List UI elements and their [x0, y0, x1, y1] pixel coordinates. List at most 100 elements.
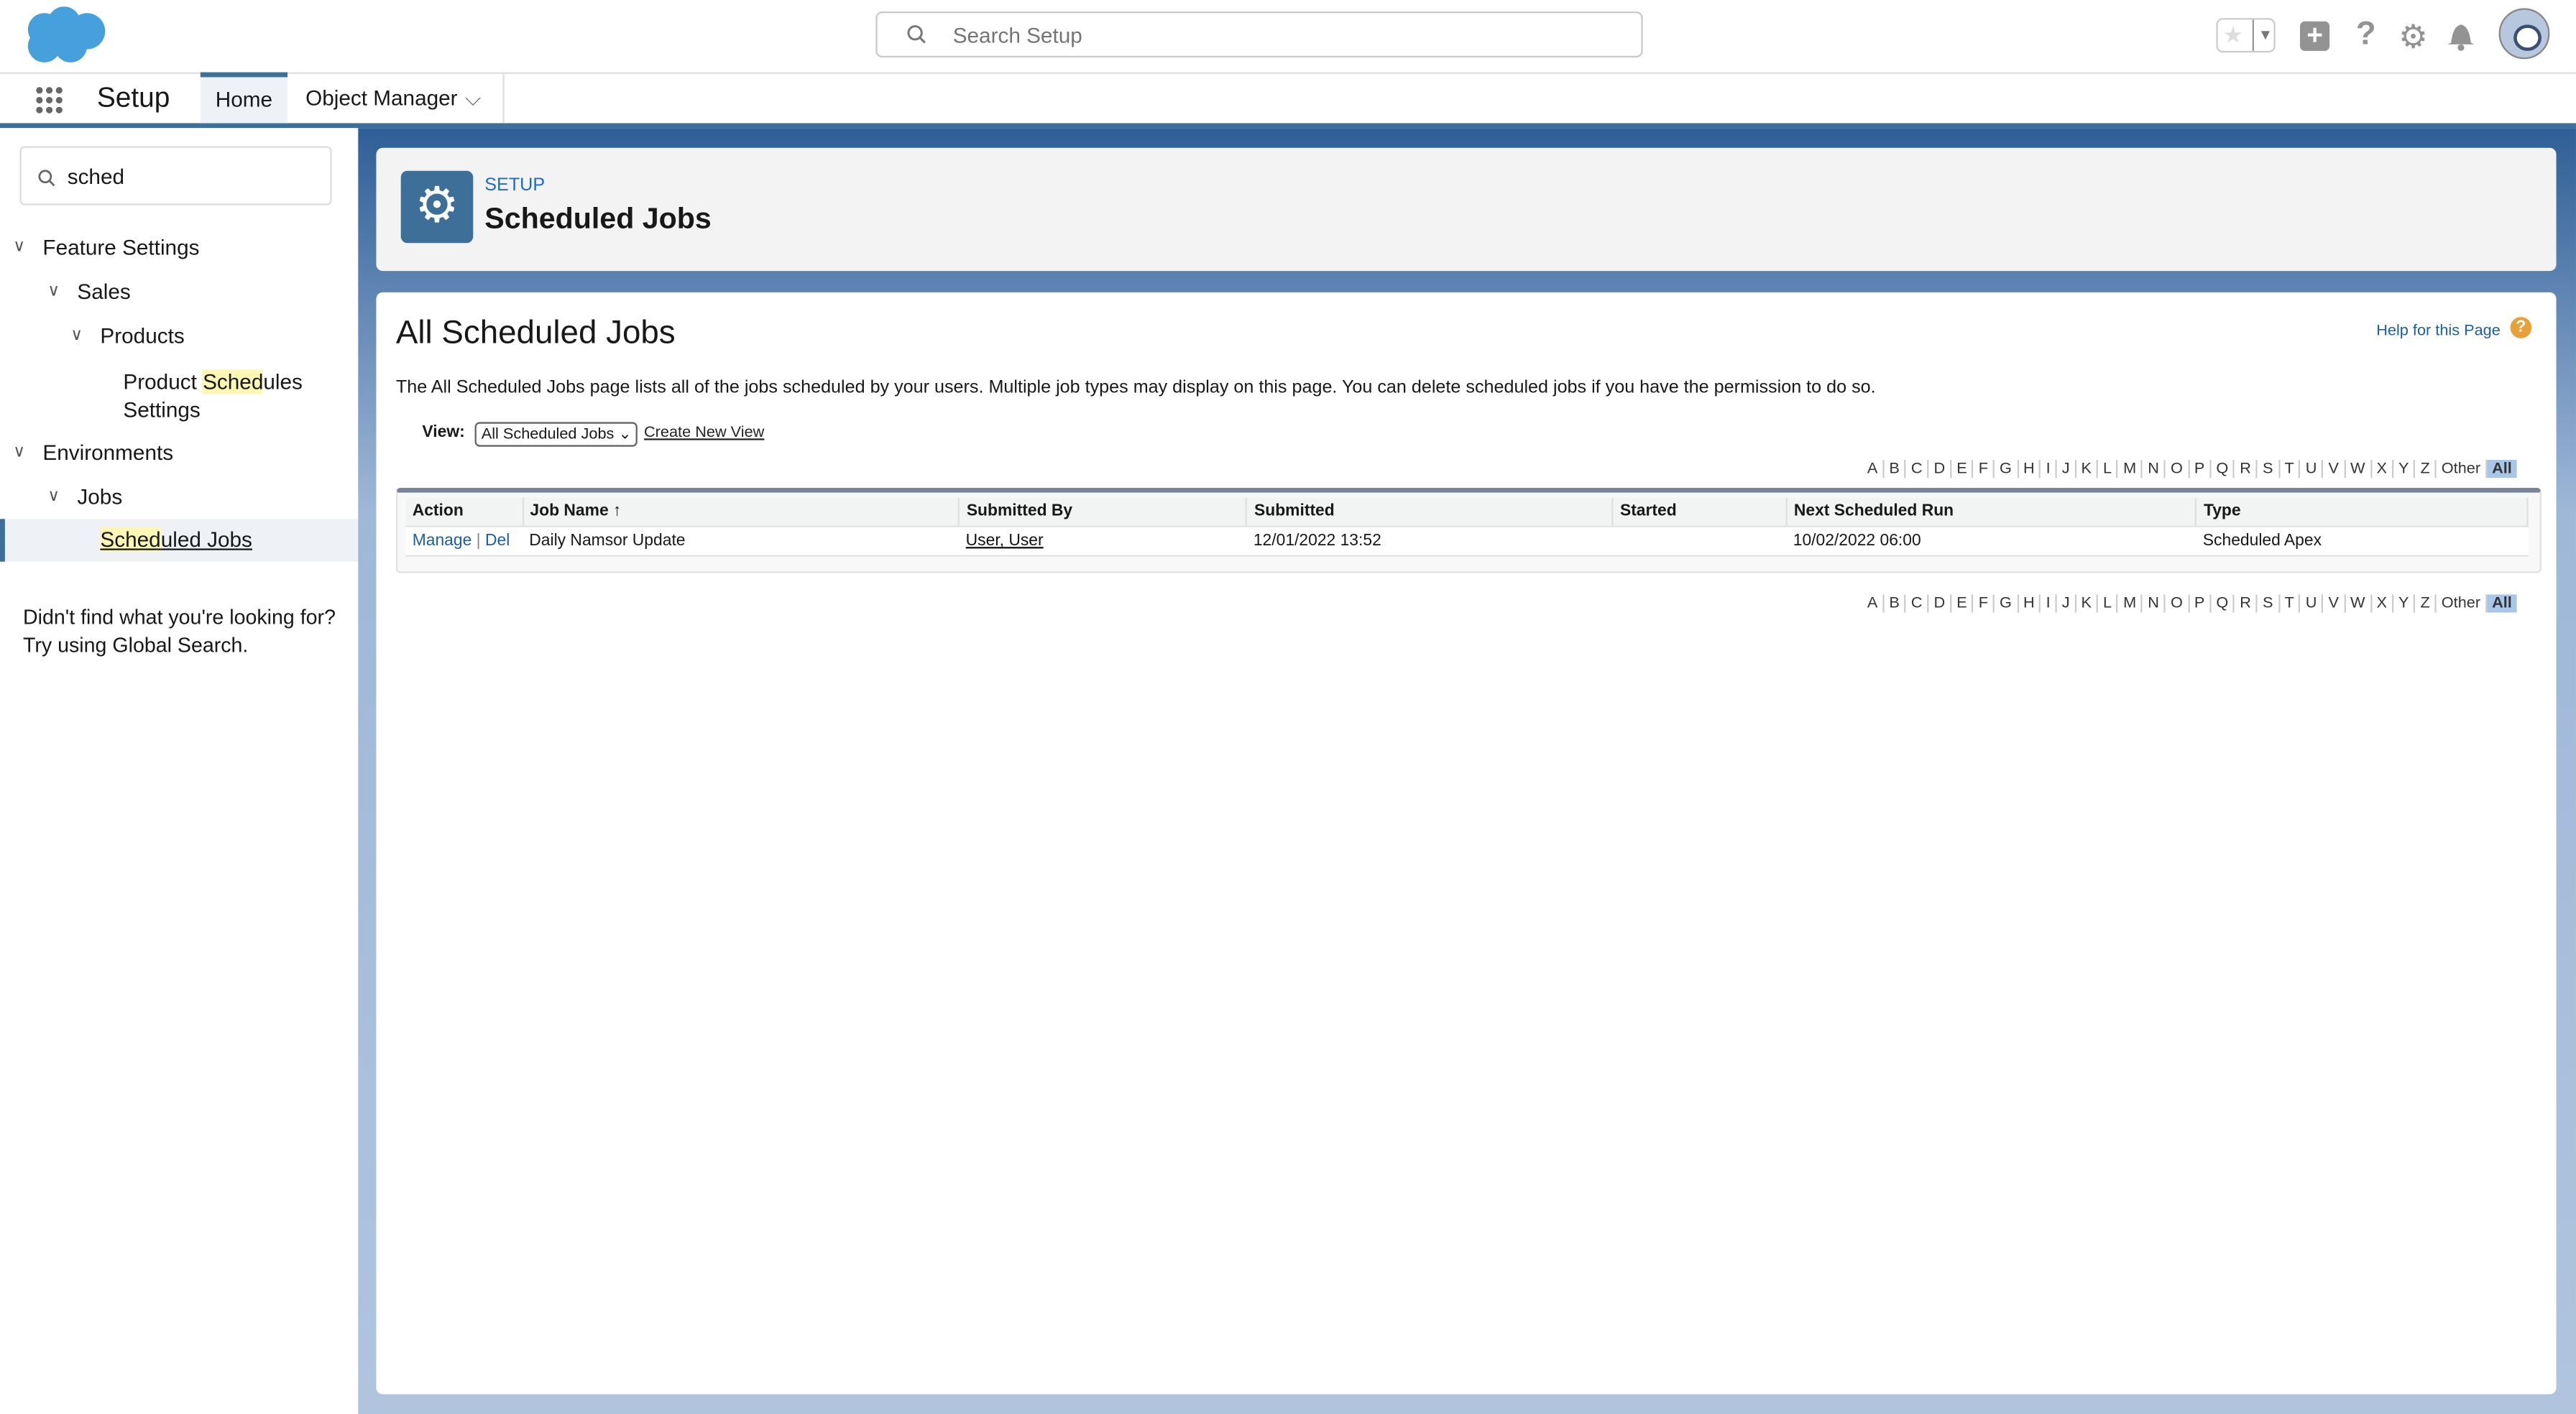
alpha-filter-v[interactable]: V [2323, 594, 2346, 613]
alpha-filter-s[interactable]: S [2258, 459, 2280, 479]
view-select[interactable]: All Scheduled Jobs ⌄ [474, 422, 638, 447]
chevron-down-icon[interactable]: ∨ [47, 488, 60, 506]
alpha-filter-i[interactable]: I [2041, 459, 2057, 479]
alpha-filter-w[interactable]: W [2345, 594, 2372, 613]
alpha-filter-k[interactable]: K [2076, 459, 2099, 479]
alpha-filter-r[interactable]: R [2235, 594, 2258, 613]
alpha-filter-y[interactable]: Y [2393, 459, 2416, 479]
alpha-filter-p[interactable]: P [2189, 459, 2212, 479]
tree-scheduled-jobs[interactable]: Scheduled Jobs [100, 527, 252, 552]
tree-products[interactable]: Products [100, 323, 184, 348]
column-header[interactable]: Submitted [1246, 497, 1614, 527]
alpha-filter-l[interactable]: L [2098, 594, 2119, 613]
create-new-view-link[interactable]: Create New View [644, 424, 764, 442]
alpha-filter-x[interactable]: X [2371, 459, 2394, 479]
alpha-filter-j[interactable]: J [2056, 459, 2076, 479]
chevron-down-icon[interactable]: ∨ [47, 282, 60, 300]
alpha-filter-m[interactable]: M [2118, 459, 2143, 479]
tree-product-schedules-settings[interactable]: Product Schedules Settings [123, 368, 303, 424]
search-input[interactable] [949, 21, 1614, 50]
alpha-filter-t[interactable]: T [2279, 459, 2301, 479]
alpha-filter-all[interactable]: All [2487, 594, 2517, 613]
help-icon[interactable]: ? [2356, 17, 2376, 55]
help-link[interactable]: Help for this Page [2376, 322, 2501, 340]
alpha-filter-n[interactable]: N [2143, 459, 2166, 479]
alpha-filter-q[interactable]: Q [2211, 459, 2235, 479]
column-header[interactable]: Next Scheduled Run [1786, 497, 2197, 527]
alpha-filter-k[interactable]: K [2076, 594, 2099, 613]
column-header[interactable]: Job Name ↑ [523, 497, 960, 527]
chevron-down-icon[interactable]: ∨ [13, 238, 25, 256]
quick-find[interactable]: sched [19, 146, 332, 205]
alpha-filter-j[interactable]: J [2056, 594, 2076, 613]
alpha-filter-r[interactable]: R [2235, 459, 2258, 479]
manage-link[interactable]: Manage [413, 532, 472, 550]
tree-scheduled-jobs-selected[interactable]: Scheduled Jobs [0, 519, 359, 562]
tab-home[interactable]: Home [200, 72, 288, 124]
alpha-filter-a[interactable]: A [1862, 594, 1885, 613]
alpha-filter-t[interactable]: T [2279, 594, 2301, 613]
alpha-filter-l[interactable]: L [2098, 459, 2119, 479]
alpha-filter-d[interactable]: D [1928, 459, 1952, 479]
submitted-by-link[interactable]: User, User [966, 532, 1044, 550]
alpha-filter-b[interactable]: B [1884, 594, 1906, 613]
tree-environments[interactable]: Environments [42, 440, 173, 465]
column-header[interactable]: Action [405, 497, 524, 527]
chevron-down-icon[interactable]: ∨ [70, 327, 83, 345]
column-header[interactable]: Submitted By [959, 497, 1248, 527]
alpha-filter-a[interactable]: A [1862, 459, 1885, 479]
alpha-filter-f[interactable]: F [1973, 459, 1995, 479]
alpha-filter-other[interactable]: Other [2436, 594, 2488, 613]
alpha-filter-f[interactable]: F [1973, 594, 1995, 613]
alpha-filter-p[interactable]: P [2189, 594, 2212, 613]
avatar[interactable] [2498, 8, 2550, 60]
chevron-down-icon[interactable]: ▼ [2252, 19, 2277, 51]
alpha-filter-x[interactable]: X [2371, 594, 2394, 613]
alpha-filter-s[interactable]: S [2258, 594, 2280, 613]
alpha-filter-m[interactable]: M [2118, 594, 2143, 613]
tree-sales[interactable]: Sales [77, 279, 130, 304]
column-header[interactable]: Type [2196, 497, 2529, 527]
alpha-filter-o[interactable]: O [2166, 594, 2190, 613]
alpha-filter-n[interactable]: N [2143, 594, 2166, 613]
alpha-filter-v[interactable]: V [2323, 459, 2346, 479]
tree-jobs[interactable]: Jobs [77, 484, 122, 509]
alpha-filter-z[interactable]: Z [2415, 459, 2437, 479]
alpha-filter-g[interactable]: G [1995, 594, 2019, 613]
plus-icon[interactable]: + [2299, 21, 2330, 51]
alpha-filter-e[interactable]: E [1951, 594, 1974, 613]
alpha-filter-o[interactable]: O [2166, 459, 2190, 479]
alpha-filter-h[interactable]: H [2018, 594, 2041, 613]
alpha-filter-all[interactable]: All [2487, 459, 2517, 479]
alpha-filter-u[interactable]: U [2300, 459, 2324, 479]
column-header[interactable]: Started [1612, 497, 1788, 527]
alpha-filter-top: A B C D E F G H I J K L M N O P Q R S T U V W X Y Z Other All [1862, 459, 2517, 479]
search-setup[interactable] [875, 11, 1643, 57]
alpha-filter-q[interactable]: Q [2211, 594, 2235, 613]
salesforce-logo[interactable] [22, 6, 107, 65]
alpha-filter-z[interactable]: Z [2415, 594, 2437, 613]
alpha-filter-b[interactable]: B [1884, 459, 1906, 479]
alpha-filter-y[interactable]: Y [2393, 594, 2416, 613]
quick-find-input[interactable]: sched [68, 165, 124, 189]
tree-feature-settings[interactable]: Feature Settings [42, 235, 199, 259]
chevron-down-icon[interactable]: ∨ [13, 443, 25, 461]
alpha-filter-i[interactable]: I [2041, 594, 2057, 613]
alpha-filter-g[interactable]: G [1995, 459, 2019, 479]
alpha-filter-c[interactable]: C [1905, 459, 1929, 479]
alpha-filter-d[interactable]: D [1928, 594, 1952, 613]
tab-object-manager[interactable]: Object Manager ⌵ [288, 73, 505, 124]
alpha-filter-other[interactable]: Other [2436, 459, 2488, 479]
help-icon[interactable]: ? [2510, 317, 2532, 338]
alpha-filter-c[interactable]: C [1905, 594, 1929, 613]
alpha-filter-w[interactable]: W [2345, 459, 2372, 479]
delete-link[interactable]: Del [485, 532, 510, 550]
alpha-filter-u[interactable]: U [2300, 594, 2324, 613]
app-launcher-icon[interactable] [34, 86, 64, 115]
bell-icon[interactable] [2446, 19, 2475, 51]
chevron-down-icon[interactable]: ⌵ [465, 74, 482, 124]
gear-icon[interactable]: ⚙ [2398, 17, 2428, 57]
alpha-filter-e[interactable]: E [1951, 459, 1974, 479]
favorites-button[interactable]: ★ ▼ [2216, 18, 2277, 53]
alpha-filter-h[interactable]: H [2018, 459, 2041, 479]
